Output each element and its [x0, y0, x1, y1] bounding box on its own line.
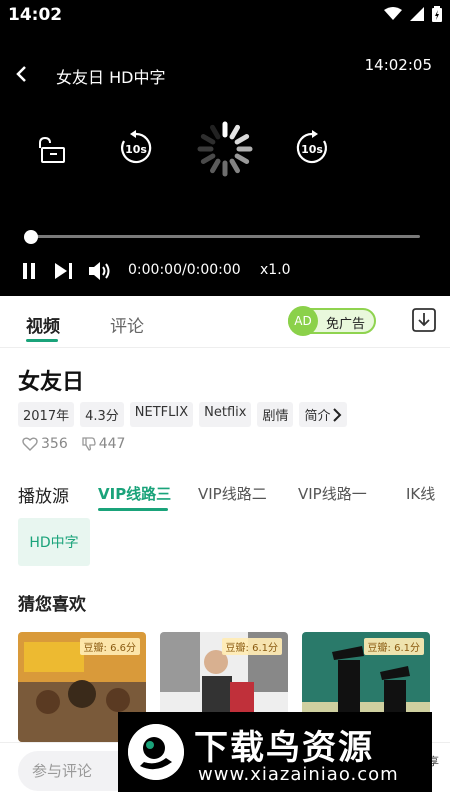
- time-total: 0:00:00: [186, 262, 241, 278]
- player-bottom-controls: 0:00:00/0:00:00 x1.0: [0, 258, 450, 284]
- ad-free-button[interactable]: AD 免广告: [288, 306, 376, 336]
- rating-badge: 豆瓣: 6.1分: [363, 638, 424, 655]
- tab-comments[interactable]: 评论: [110, 312, 144, 337]
- status-time: 14:02: [8, 5, 63, 25]
- recommend-title: 猜您喜欢: [18, 595, 86, 615]
- ad-free-label: 免广告: [326, 317, 366, 332]
- like-button[interactable]: 356: [22, 436, 68, 452]
- source-underline: [98, 508, 168, 511]
- tag-studio: Netflix: [199, 402, 252, 427]
- player-top-bar: 女友日 HD中字 14:02:05: [0, 56, 450, 92]
- video-title: 女友日 HD中字: [56, 68, 166, 87]
- video-player[interactable]: 14:02 女友日 HD中字 14:02:05 10s 10s 0:00:00/…: [0, 0, 450, 296]
- movie-title: 女友日: [18, 370, 85, 395]
- forward-10s-button[interactable]: 10s: [294, 130, 330, 166]
- watermark-title: 下载鸟资源: [194, 728, 374, 768]
- dislike-count: 447: [98, 436, 126, 452]
- center-controls: 10s 10s: [0, 121, 450, 177]
- watermark-url: www.xiazainiao.com: [198, 764, 399, 785]
- source-tab[interactable]: VIP线路三: [98, 483, 171, 504]
- tag-score: 4.3分: [80, 402, 124, 427]
- forward-10s-icon: 10s: [296, 130, 327, 164]
- movie-stats: 356 447: [22, 436, 125, 452]
- rewind-10s-button[interactable]: 10s: [118, 130, 154, 166]
- tag-genre: 剧情: [257, 402, 294, 427]
- speed-button[interactable]: x1.0: [260, 262, 291, 278]
- app-screen: 14:02 女友日 HD中字 14:02:05 10s 10s 0:00:00/…: [0, 0, 450, 800]
- time-display: 0:00:00/0:00:00: [128, 262, 241, 278]
- heart-icon: [22, 437, 38, 451]
- source-tab[interactable]: VIP线路二: [198, 483, 267, 504]
- ad-badge: AD: [288, 306, 318, 336]
- tag-source: NETFLIX: [129, 402, 194, 427]
- unlock-icon[interactable]: [36, 136, 68, 166]
- thumbs-down-icon: [82, 437, 96, 451]
- intro-button[interactable]: 简介: [299, 402, 348, 427]
- like-count: 356: [41, 436, 68, 452]
- detail-tabs: 视频 评论 AD 免广告: [0, 296, 450, 348]
- signal-icon: [410, 7, 424, 21]
- volume-icon[interactable]: [88, 261, 112, 281]
- status-bar: 14:02: [0, 0, 450, 30]
- back-arrow-icon[interactable]: [12, 62, 32, 86]
- bird-logo-icon: [128, 724, 184, 780]
- source-tab[interactable]: IK线: [406, 483, 435, 504]
- play-sources: 播放源 VIP线路三 VIP线路二 VIP线路一 IK线: [0, 468, 450, 514]
- forward-label: 10s: [301, 143, 323, 156]
- sources-label: 播放源: [18, 487, 69, 507]
- episode-button[interactable]: HD中字: [18, 518, 90, 566]
- watermark-banner: 下载鸟资源 www.xiazainiao.com: [118, 712, 432, 792]
- intro-label: 简介: [304, 409, 331, 424]
- next-icon[interactable]: [54, 262, 74, 280]
- source-tab[interactable]: VIP线路一: [298, 483, 367, 504]
- loading-spinner-icon: [197, 121, 253, 177]
- progress-thumb[interactable]: [24, 230, 38, 244]
- rewind-label: 10s: [125, 143, 147, 156]
- time-current: 0:00:00: [128, 262, 182, 278]
- movie-tags: 2017年 4.3分 NETFLIX Netflix 剧情 简介: [18, 402, 348, 427]
- pause-icon[interactable]: [22, 262, 36, 280]
- rewind-10s-icon: 10s: [121, 130, 152, 164]
- wifi-icon: [384, 7, 402, 20]
- tag-year: 2017年: [18, 402, 75, 427]
- tab-underline: [26, 339, 58, 342]
- chevron-right-icon: [333, 407, 342, 422]
- rating-badge: 豆瓣: 6.1分: [221, 638, 282, 655]
- battery-icon: [432, 6, 442, 22]
- dislike-button[interactable]: 447: [82, 436, 126, 452]
- player-clock: 14:02:05: [364, 56, 432, 74]
- progress-track[interactable]: [30, 235, 420, 238]
- download-icon[interactable]: [410, 306, 438, 334]
- tab-video[interactable]: 视频: [26, 312, 60, 337]
- rating-badge: 豆瓣: 6.6分: [79, 638, 140, 655]
